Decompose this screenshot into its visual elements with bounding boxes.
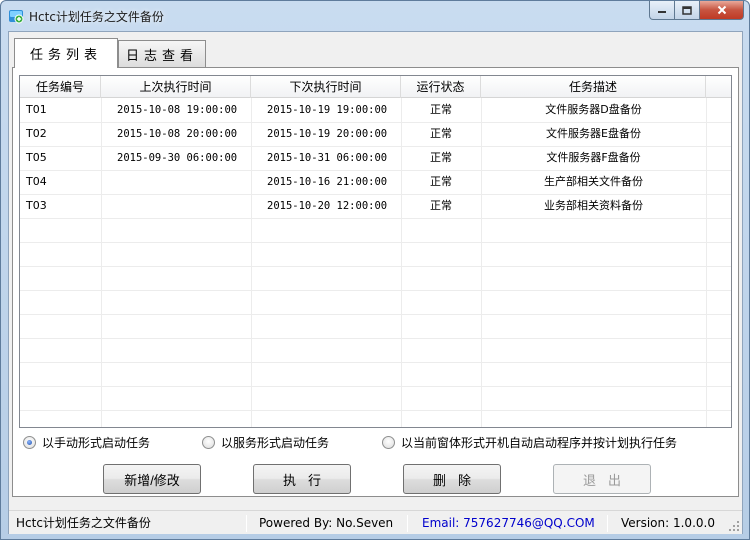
cell-task-id: T05 (26, 151, 47, 164)
cell-status: 正常 (430, 151, 452, 164)
maximize-icon (682, 5, 692, 15)
window-controls (649, 1, 744, 21)
cell-last-run: 2015-10-08 19:00:00 (117, 104, 238, 116)
grid-line (20, 338, 731, 339)
tab-log-view[interactable]: 日志查看 (118, 40, 206, 67)
status-version: Version: 1.0.0.0 (621, 516, 715, 530)
radio-autostart-window[interactable]: 以当前窗体形式开机自动启动程序并按计划执行任务 (382, 434, 677, 451)
status-app-name: Hctc计划任务之文件备份 (16, 516, 151, 530)
task-table[interactable]: 任务编号 上次执行时间 下次执行时间 运行状态 任务描述 T01 2015-10… (19, 75, 732, 428)
cell-last-run: 2015-10-08 20:00:00 (117, 128, 238, 140)
exit-button[interactable]: 退出 (553, 464, 651, 494)
table-header: 任务编号 上次执行时间 下次执行时间 运行状态 任务描述 (20, 76, 731, 98)
cell-status: 正常 (430, 175, 452, 188)
cell-description: 业务部相关资料备份 (544, 199, 643, 212)
delete-button[interactable]: 删除 (403, 464, 501, 494)
cell-status: 正常 (430, 127, 452, 140)
close-icon (717, 5, 726, 15)
grid-line (20, 362, 731, 363)
minimize-button[interactable] (649, 1, 675, 20)
status-bar: Hctc计划任务之文件备份 Powered By: No.Seven Email… (9, 510, 742, 534)
grid-line (251, 98, 252, 427)
grid-line (20, 290, 731, 291)
client-area: 任务列表 日志查看 任务编号 上次执行时间 下次执行时间 运行状态 任务描述 T… (8, 31, 743, 534)
cell-next-run: 2015-10-19 19:00:00 (267, 104, 388, 116)
column-header-last-run[interactable]: 上次执行时间 (101, 76, 251, 98)
radio-unselected-icon (382, 436, 395, 449)
column-header-next-run[interactable]: 下次执行时间 (251, 76, 401, 98)
status-email: Email: 757627746@QQ.COM (422, 516, 595, 530)
grid-line (101, 98, 102, 427)
column-header-status[interactable]: 运行状态 (401, 76, 481, 98)
cell-next-run: 2015-10-19 20:00:00 (267, 128, 388, 140)
status-divider (607, 515, 608, 532)
cell-description: 文件服务器E盘备份 (546, 127, 641, 140)
cell-task-id: T02 (26, 127, 47, 140)
minimize-icon (658, 11, 666, 13)
grid-line (20, 242, 731, 243)
grid-line (706, 98, 707, 427)
grid-line (20, 314, 731, 315)
cell-task-id: T04 (26, 175, 47, 188)
radio-label: 以手动形式启动任务 (42, 436, 151, 450)
radio-label: 以服务形式启动任务 (221, 436, 330, 450)
cell-task-id: T03 (26, 199, 47, 212)
column-header-id[interactable]: 任务编号 (20, 76, 101, 98)
cell-next-run: 2015-10-20 12:00:00 (267, 200, 388, 212)
cell-status: 正常 (430, 103, 452, 116)
cell-next-run: 2015-10-31 06:00:00 (267, 152, 388, 164)
cell-status: 正常 (430, 199, 452, 212)
cell-description: 文件服务器F盘备份 (546, 151, 641, 164)
cell-task-id: T01 (26, 103, 47, 116)
cell-description: 文件服务器D盘备份 (545, 103, 642, 116)
main-window: Hctc计划任务之文件备份 任务列表 日志查看 任务编号 上次执行时间 下次执行 (0, 0, 750, 540)
column-header-description[interactable]: 任务描述 (481, 76, 706, 98)
status-divider (407, 515, 408, 532)
run-button[interactable]: 执行 (253, 464, 351, 494)
app-icon (9, 10, 24, 24)
title-bar[interactable]: Hctc计划任务之文件备份 (1, 1, 749, 31)
maximize-button[interactable] (675, 1, 700, 20)
close-button[interactable] (700, 1, 744, 20)
status-divider (246, 515, 247, 532)
radio-service-start[interactable]: 以服务形式启动任务 (202, 434, 329, 451)
radio-manual-start[interactable]: 以手动形式启动任务 (23, 434, 150, 451)
grid-line (20, 386, 731, 387)
cell-last-run: 2015-09-30 06:00:00 (117, 152, 238, 164)
resize-grip-icon[interactable] (728, 520, 740, 532)
radio-label: 以当前窗体形式开机自动启动程序并按计划执行任务 (401, 436, 678, 450)
cell-description: 生产部相关文件备份 (544, 175, 643, 188)
add-edit-button[interactable]: 新增/修改 (103, 464, 201, 494)
grid-line (20, 266, 731, 267)
radio-selected-icon (23, 436, 36, 449)
grid-line (20, 218, 731, 219)
grid-line (20, 410, 731, 411)
status-powered-by: Powered By: No.Seven (259, 516, 394, 530)
tab-task-list[interactable]: 任务列表 (14, 38, 118, 68)
task-list-panel: 任务编号 上次执行时间 下次执行时间 运行状态 任务描述 T01 2015-10… (12, 67, 739, 497)
window-title: Hctc计划任务之文件备份 (29, 10, 164, 24)
radio-unselected-icon (202, 436, 215, 449)
cell-next-run: 2015-10-16 21:00:00 (267, 176, 388, 188)
